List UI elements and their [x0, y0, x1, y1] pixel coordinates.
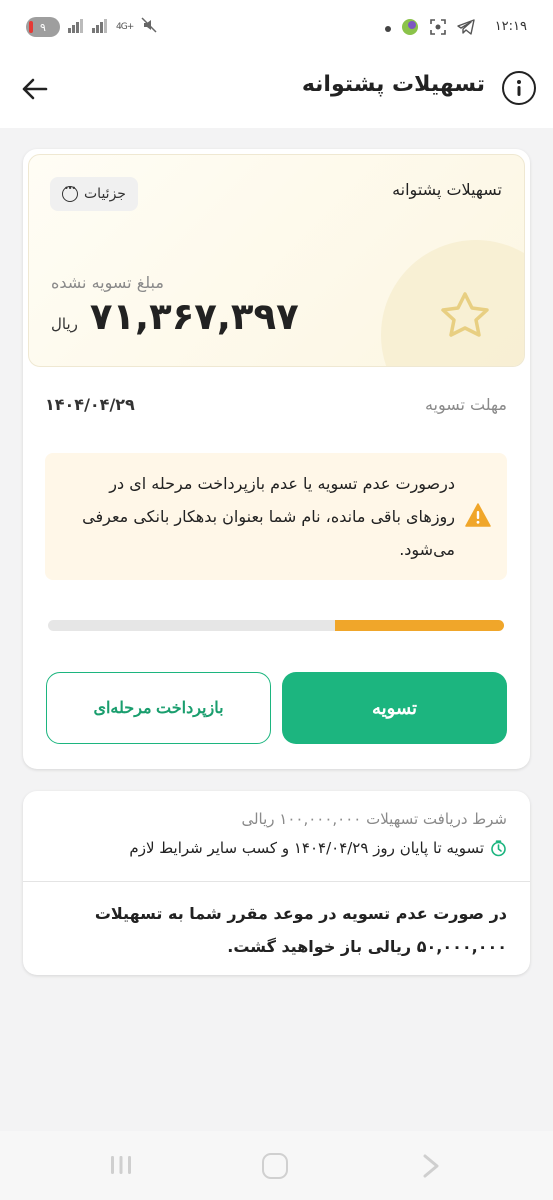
progress-fill: [335, 620, 504, 631]
unsettled-amount: ۷۱,۳۶۷,۳۹۷: [89, 295, 299, 338]
facility-hero: تسهیلات پشتوانه جزئیات مبلغ تسویه نشده ر…: [28, 154, 525, 367]
status-time: ۱۲:۱۹: [494, 19, 527, 34]
back-nav-icon[interactable]: [419, 1153, 443, 1179]
details-label: جزئیات: [84, 186, 126, 202]
deadline-label: مهلت تسویه: [424, 395, 507, 414]
info-icon: [517, 80, 521, 96]
status-bar: ۹ 4G+ ۱۲:۱۹: [0, 0, 553, 56]
battery-level: ۹: [40, 20, 46, 34]
arrow-left-icon: [22, 78, 48, 100]
battery-icon: ۹: [26, 17, 60, 37]
settle-button[interactable]: تسویه: [282, 672, 507, 744]
back-button[interactable]: [18, 72, 52, 106]
facility-title: تسهیلات پشتوانه: [392, 180, 502, 199]
system-nav-bar: [0, 1131, 553, 1200]
timer-icon: [491, 839, 506, 856]
condition-title: شرط دریافت تسهیلات ۱۰۰,۰۰۰,۰۰۰ ریالی: [241, 810, 507, 828]
facility-card: تسهیلات پشتوانه جزئیات مبلغ تسویه نشده ر…: [23, 149, 530, 769]
app-icon: [401, 18, 419, 40]
details-button[interactable]: جزئیات: [50, 177, 138, 211]
network-type: 4G+: [116, 22, 134, 32]
unsettled-amount-caption: مبلغ تسویه نشده: [51, 273, 164, 292]
condition-row: تسویه تا پایان روز ۱۴۰۴/۰۴/۲۹ و کسب سایر…: [129, 839, 507, 857]
app-header: تسهیلات پشتوانه: [0, 56, 553, 128]
amount-row: ریال ۷۱,۳۶۷,۳۹۷: [51, 295, 299, 338]
condition-text: تسویه تا پایان روز ۱۴۰۴/۰۴/۲۹ و کسب سایر…: [129, 839, 484, 857]
signal-icon-2: [92, 18, 108, 36]
more-dots-icon: [62, 184, 78, 202]
notification-dot-icon: [385, 26, 391, 32]
progress-bar: [48, 620, 504, 631]
info-button[interactable]: [502, 71, 536, 105]
recents-icon[interactable]: [109, 1154, 133, 1176]
installment-button[interactable]: بازپرداخت مرحله‌ای: [46, 672, 271, 744]
fallback-notice: در صورت عدم تسویه در موعد مقرر شما به تس…: [94, 904, 507, 956]
star-icon: [441, 292, 489, 337]
divider: [23, 881, 530, 882]
signal-icon: [68, 18, 84, 36]
status-left-icons: ۹ 4G+: [26, 17, 157, 37]
warning-text: درصورت عدم تسویه یا عدم بازپرداخت مرحله …: [82, 474, 455, 559]
screenshot-icon: [429, 18, 447, 40]
telegram-icon: [457, 19, 475, 39]
deadline-date: ۱۴۰۴/۰۴/۲۹: [45, 395, 135, 414]
home-icon[interactable]: [262, 1153, 288, 1179]
amount-currency: ریال: [51, 315, 78, 333]
status-right-icons: [385, 18, 475, 40]
warning-icon: [465, 503, 491, 527]
condition-card: شرط دریافت تسهیلات ۱۰۰,۰۰۰,۰۰۰ ریالی تسو…: [23, 791, 530, 975]
mute-icon: [141, 17, 157, 37]
page-title: تسهیلات پشتوانه: [301, 72, 485, 97]
warning-notice: درصورت عدم تسویه یا عدم بازپرداخت مرحله …: [45, 453, 507, 580]
